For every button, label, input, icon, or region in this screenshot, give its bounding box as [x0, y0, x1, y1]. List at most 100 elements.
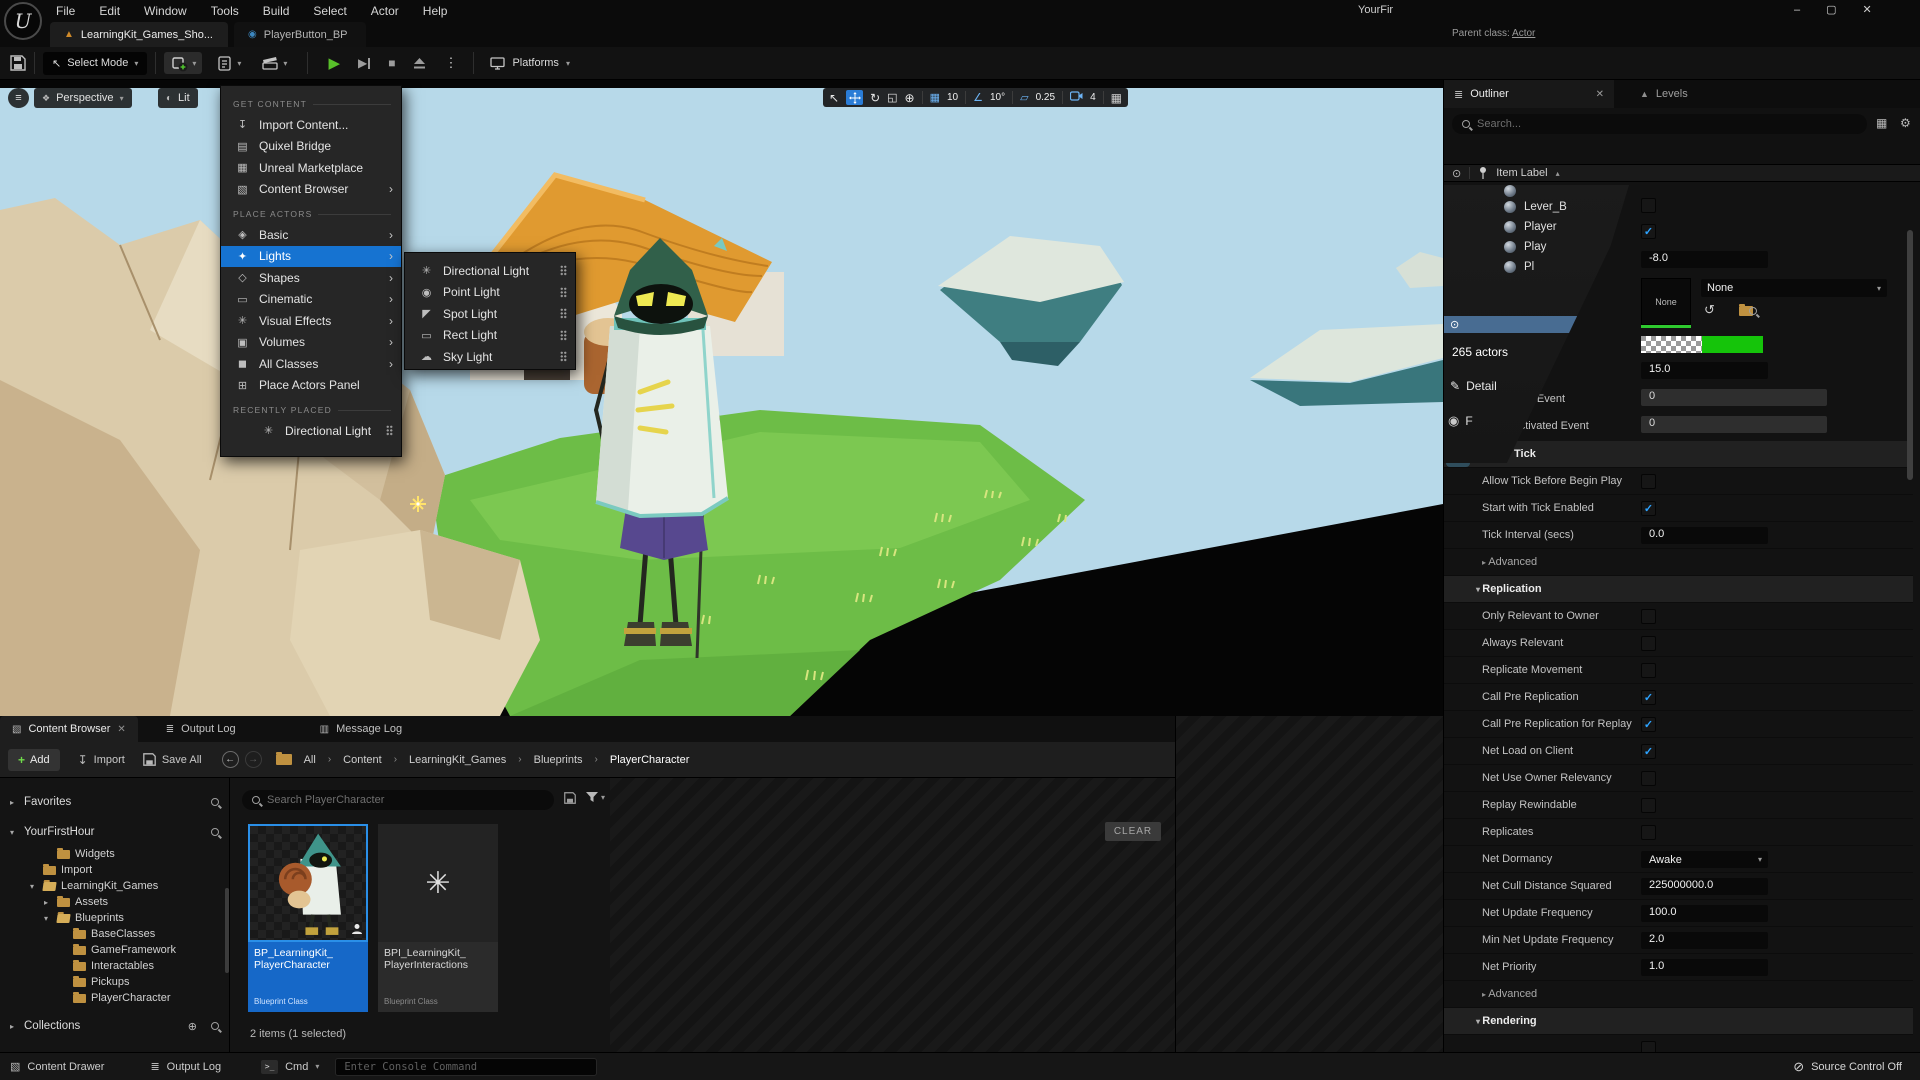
outliner-search-input[interactable] — [1477, 118, 1857, 130]
eject-icon[interactable] — [413, 57, 426, 70]
outliner-actor-row[interactable]: Play — [1444, 237, 1629, 257]
viewport-menu-button[interactable]: ≡ — [8, 88, 29, 108]
tab-outliner[interactable]: ≣ Outliner ✕ — [1444, 80, 1614, 108]
details-row[interactable]: Rendering ✓ ▾ — [1444, 1008, 1913, 1035]
close-icon[interactable]: ✕ — [1596, 89, 1604, 100]
maximize-icon[interactable]: ▢ — [1826, 3, 1836, 16]
value-field[interactable]: 225000000.0 — [1641, 878, 1768, 895]
source-control-button[interactable]: ⊘ Source Control Off — [1793, 1059, 1902, 1075]
item-label-column[interactable]: Item Label — [1496, 167, 1547, 179]
camera-speed-value[interactable]: 4 — [1090, 92, 1096, 103]
filter-dropdown[interactable]: ▾ — [586, 792, 605, 802]
menu-item[interactable]: ▣ Volumes › — [221, 332, 401, 354]
asset-search[interactable] — [242, 790, 554, 810]
stop-icon[interactable]: ■ — [388, 56, 395, 70]
outliner-actor-row[interactable]: Lever_B — [1444, 197, 1629, 217]
breadcrumb-item[interactable]: Content — [343, 754, 382, 766]
checkbox[interactable]: ✓ — [1641, 825, 1656, 840]
details-row[interactable]: Net Update Frequency ✓ 100.0 100.0▾ — [1444, 900, 1913, 927]
asset-tile-player-character[interactable]: BP_LearningKit_ PlayerCharacter Blueprin… — [248, 824, 368, 1012]
outliner-search[interactable] — [1452, 114, 1867, 134]
value-field[interactable]: 1.0 — [1641, 959, 1768, 976]
browse-to-asset-icon[interactable] — [1739, 306, 1757, 316]
event-count-field[interactable]: 0 — [1641, 389, 1827, 406]
checkbox[interactable]: ✓ — [1641, 636, 1656, 651]
world-space-icon[interactable]: ⊕ — [905, 91, 915, 105]
breadcrumb-item[interactable]: Blueprints — [534, 754, 583, 766]
tree-folder-row[interactable]: ▾ LearningKit_Games — [0, 878, 229, 894]
grid-snap-value[interactable]: 10 — [947, 92, 958, 103]
details-row[interactable]: Net Dormancy ✓ Awake Awake▾ — [1444, 846, 1913, 873]
details-row[interactable]: Tick Interval (secs) ✓ 0.0 0.0▾ — [1444, 522, 1913, 549]
tab-message-log[interactable]: ▥ Message Log — [308, 716, 415, 742]
tab-levels[interactable]: ▲ Levels — [1630, 80, 1698, 108]
maximize-viewport-icon[interactable]: ▦ — [1111, 91, 1122, 105]
close-icon[interactable]: ✕ — [117, 724, 125, 735]
clear-button[interactable]: CLEAR — [1105, 822, 1161, 841]
details-row[interactable]: Advanced ✓ ▾ — [1444, 981, 1913, 1008]
drag-handle-icon[interactable] — [560, 287, 567, 298]
checkbox[interactable]: ✓ — [1641, 663, 1656, 678]
color-swatch-green[interactable] — [1702, 336, 1763, 353]
add-button[interactable]: + Add — [8, 749, 60, 771]
color-swatch-alpha[interactable] — [1641, 336, 1702, 353]
checkbox[interactable]: ✓ — [1641, 771, 1656, 786]
menu-item[interactable]: ◈ Basic › — [221, 224, 401, 246]
drag-handle-icon[interactable] — [560, 265, 567, 276]
viewport[interactable]: ≡ ❖ Perspective ▾ ◐ Lit ↖ ↻ ◱ ⊕ ▦ 10 ∠ 1… — [0, 80, 1443, 716]
tab-blueprint[interactable]: ◉ PlayerButton_BP — [234, 22, 366, 47]
select-mode-dropdown[interactable]: ↖ Select Mode ▾ — [43, 52, 147, 75]
asset-dropdown[interactable]: None▾ — [1701, 279, 1887, 297]
menubar-item[interactable]: Build — [263, 4, 290, 18]
save-search-icon[interactable] — [564, 792, 576, 804]
menu-item[interactable]: ↧ Import Content... — [221, 114, 401, 136]
checkbox[interactable]: ✓ — [1641, 224, 1656, 239]
rotate-tool-icon[interactable]: ↻ — [870, 91, 880, 105]
asset-tile-player-interactions[interactable]: ✳ BPI_LearningKit_ PlayerInteractions Bl… — [378, 824, 498, 1012]
menu-item[interactable]: ◉ Point Light — [405, 282, 575, 304]
checkbox[interactable]: ✓ — [1641, 609, 1656, 624]
perspective-dropdown[interactable]: ❖ Perspective ▾ — [34, 88, 132, 108]
checkbox[interactable] — [1641, 198, 1656, 213]
menu-item[interactable]: ✳ Directional Light — [405, 260, 575, 282]
camera-speed-icon[interactable] — [1070, 91, 1083, 104]
tree-folder-row[interactable]: PlayerCharacter — [0, 990, 229, 1006]
collections-header[interactable]: ▸ Collections ⊕ — [0, 1016, 229, 1036]
checkbox[interactable]: ✓ — [1641, 798, 1656, 813]
breadcrumb-item[interactable]: LearningKit_Games — [409, 754, 506, 766]
menu-item[interactable]: ✳ Directional Light — [221, 420, 401, 442]
value-field[interactable]: 0.0 — [1641, 527, 1768, 544]
menu-item[interactable]: ◼ All Classes › — [221, 353, 401, 375]
dropdown[interactable]: Awake▾ — [1641, 851, 1768, 868]
drag-handle-icon[interactable] — [560, 351, 567, 362]
minimize-icon[interactable]: – — [1794, 4, 1800, 16]
checkbox[interactable]: ✓ — [1641, 744, 1656, 759]
tab-level[interactable]: ▲ LearningKit_Games_Sho... — [50, 22, 228, 47]
expand-arrow-icon[interactable]: ▾ — [44, 914, 52, 923]
scale-snap-icon[interactable]: ▱ — [1020, 91, 1028, 104]
expand-arrow-icon[interactable]: ▾ — [30, 882, 38, 891]
checkbox[interactable]: ✓ — [1641, 474, 1656, 489]
value-field[interactable]: 15.0 — [1641, 362, 1768, 379]
scale-snap-value[interactable]: 0.25 — [1036, 92, 1055, 103]
checkbox[interactable]: ✓ — [1641, 501, 1656, 516]
tree-folder-row[interactable]: Import — [0, 862, 229, 878]
lit-dropdown[interactable]: ◐ Lit — [158, 88, 198, 108]
value-field[interactable]: 100.0 — [1641, 905, 1768, 922]
play-icon[interactable]: ▶ — [328, 54, 340, 72]
kebab-icon[interactable]: ⋮ — [444, 55, 457, 71]
select-tool-icon[interactable]: ↖ — [829, 91, 839, 105]
details-row[interactable]: Call Pre Replication ✓ ▾ — [1444, 684, 1913, 711]
details-row[interactable]: Start with Tick Enabled ✓ ▾ — [1444, 495, 1913, 522]
drag-handle-icon[interactable] — [560, 308, 567, 319]
details-row[interactable]: Replicates ✓ ▾ — [1444, 819, 1913, 846]
menu-item[interactable]: ▦ Unreal Marketplace — [221, 157, 401, 179]
expand-arrow-icon[interactable]: ▸ — [44, 898, 52, 907]
checkbox[interactable]: ✓ — [1641, 717, 1656, 732]
add-collection-icon[interactable]: ⊕ — [188, 1020, 197, 1033]
details-row[interactable]: Allow Tick Before Begin Play ✓ ▾ — [1444, 468, 1913, 495]
project-root-header[interactable]: ▾ YourFirstHour — [0, 822, 229, 842]
details-row[interactable]: Net Priority ✓ 1.0 1.0▾ — [1444, 954, 1913, 981]
grid-view-icon[interactable]: ▦ — [1876, 116, 1887, 130]
menubar-item[interactable]: Help — [423, 4, 448, 18]
